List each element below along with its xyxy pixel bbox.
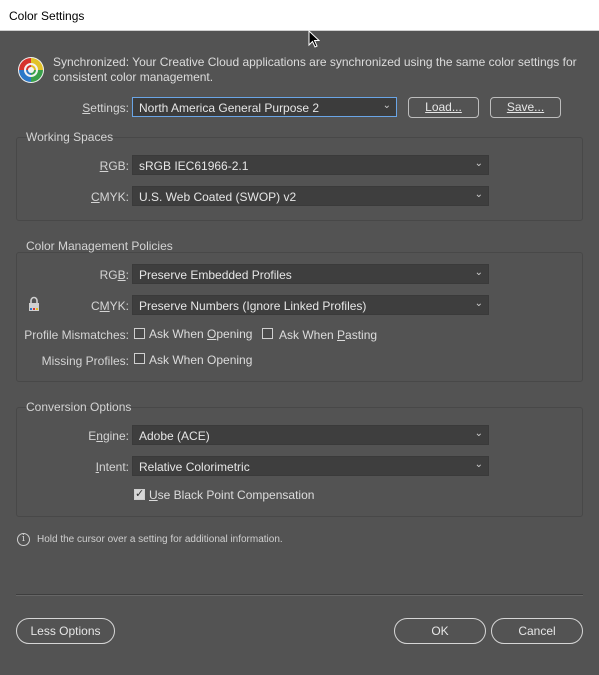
title-bar: Color Settings (0, 0, 599, 31)
mismatch-ask-pasting-label[interactable]: Ask When Pasting (279, 328, 377, 342)
policies-title: Color Management Policies (26, 239, 173, 253)
engine-select[interactable]: Adobe (ACE) ⌄ (132, 425, 489, 445)
missing-ask-opening-label[interactable]: Ask When Opening (149, 353, 252, 367)
load-button-label: Load... (425, 100, 462, 114)
sync-status-text: Synchronized: Your Creative Cloud applic… (53, 55, 577, 84)
ws-cmyk-label: CMYK: (90, 190, 129, 204)
chevron-down-icon: ⌄ (474, 298, 483, 309)
info-hint-text: Hold the cursor over a setting for addit… (37, 534, 283, 545)
ws-rgb-value: sRGB IEC61966-2.1 (139, 159, 249, 173)
policy-cmyk-value: Preserve Numbers (Ignore Linked Profiles… (139, 299, 367, 313)
save-button-label: Save... (506, 100, 545, 114)
chevron-down-icon: ⌄ (382, 100, 391, 111)
mismatch-ask-pasting-checkbox[interactable] (262, 328, 273, 339)
policy-rgb-label: RGB: (99, 268, 129, 282)
black-point-compensation-checkbox[interactable] (134, 487, 145, 500)
ws-cmyk-select[interactable]: U.S. Web Coated (SWOP) v2 ⌄ (132, 186, 489, 206)
profile-mismatches-label: Profile Mismatches: (24, 328, 129, 342)
intent-select[interactable]: Relative Colorimetric ⌄ (132, 456, 489, 476)
working-spaces-group (16, 137, 583, 221)
intent-label: Intent: (95, 460, 129, 474)
chevron-down-icon: ⌄ (474, 428, 483, 439)
policy-rgb-value: Preserve Embedded Profiles (139, 268, 292, 282)
intent-value: Relative Colorimetric (139, 460, 250, 474)
lock-icon (29, 296, 39, 311)
ws-cmyk-value: U.S. Web Coated (SWOP) v2 (139, 190, 297, 204)
policy-cmyk-label: CMYK: (90, 299, 129, 313)
engine-value: Adobe (ACE) (139, 429, 210, 443)
missing-profiles-label: Missing Profiles: (41, 354, 129, 368)
black-point-compensation-label[interactable]: Use Black Point Compensation (149, 488, 314, 502)
chevron-down-icon: ⌄ (474, 459, 483, 470)
conversion-title: Conversion Options (26, 400, 132, 414)
chevron-down-icon: ⌄ (474, 158, 483, 169)
load-button[interactable]: Load... (408, 97, 479, 118)
settings-select[interactable]: North America General Purpose 2 ⌄ (132, 97, 397, 117)
save-button[interactable]: Save... (490, 97, 561, 118)
color-sync-icon (18, 57, 44, 83)
chevron-down-icon: ⌄ (474, 189, 483, 200)
less-options-label: Less Options (30, 624, 101, 638)
settings-select-value: North America General Purpose 2 (139, 101, 320, 115)
chevron-down-icon: ⌄ (474, 267, 483, 278)
settings-label-text: ettings: (90, 101, 129, 115)
mismatch-ask-opening-label[interactable]: Ask When Opening (149, 327, 252, 341)
engine-label: Engine: (88, 429, 129, 443)
ok-button[interactable]: OK (394, 618, 486, 644)
footer-divider (16, 594, 583, 596)
less-options-button[interactable]: Less Options (16, 618, 115, 644)
policy-cmyk-select[interactable]: Preserve Numbers (Ignore Linked Profiles… (132, 295, 489, 315)
ok-label: OK (431, 624, 449, 638)
missing-ask-opening-checkbox[interactable] (134, 353, 145, 364)
ws-rgb-label: RGB: (99, 159, 129, 173)
ws-rgb-select[interactable]: sRGB IEC61966-2.1 ⌄ (132, 155, 489, 175)
mismatch-ask-opening-checkbox[interactable] (134, 328, 145, 339)
info-icon: i (17, 533, 30, 546)
mouse-cursor-icon (308, 30, 320, 48)
policy-rgb-select[interactable]: Preserve Embedded Profiles ⌄ (132, 264, 489, 284)
cancel-button[interactable]: Cancel (491, 618, 583, 644)
working-spaces-title: Working Spaces (26, 130, 114, 144)
settings-label: Settings: (82, 101, 129, 115)
window-title: Color Settings (9, 9, 85, 23)
cancel-label: Cancel (518, 624, 556, 638)
